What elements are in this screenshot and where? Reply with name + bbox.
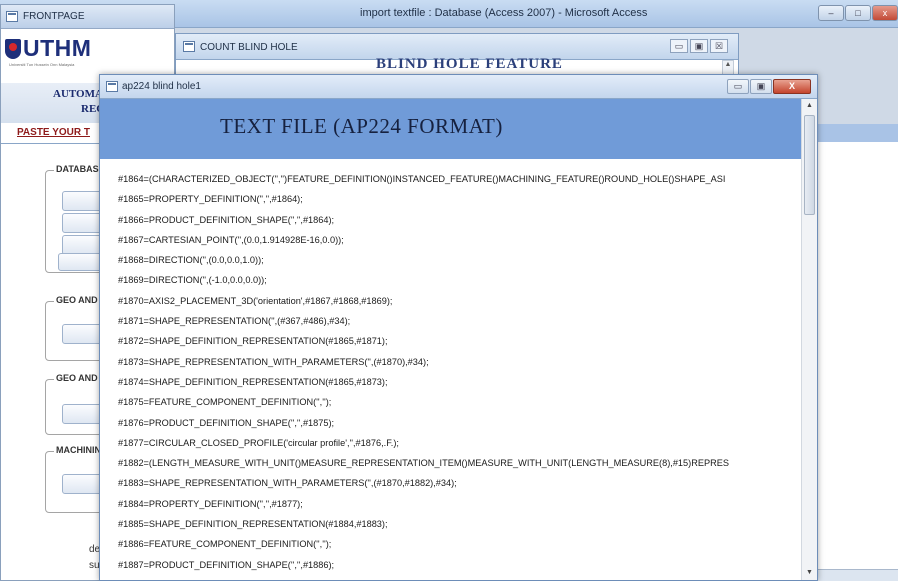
text-file-heading: TEXT FILE (AP224 FORMAT) [220,114,503,138]
text-line: #1886=FEATURE_COMPONENT_DEFINITION('',''… [118,539,332,550]
text-line: #1868=DIRECTION('',(0.0,0.0,1.0)); [118,255,264,266]
ap224-window-title: ap224 blind hole1 [122,81,201,92]
frontpage-title-bar: FRONTPAGE [1,5,174,29]
access-minimize-button[interactable]: – [818,5,844,21]
vertical-scrollbar[interactable]: ▲ ▼ [801,99,817,580]
ap224-text-content[interactable]: #1864=(CHARACTERIZED_OBJECT('','')FEATUR… [118,169,798,575]
shield-icon [5,39,21,59]
close-button[interactable]: X [773,79,811,94]
blind-hole-feature-heading: BLIND HOLE FEATURE [376,56,563,72]
logo-text: UTHM [23,35,92,61]
minimize-button[interactable]: ▭ [670,39,688,53]
text-line: #1871=SHAPE_REPRESENTATION('',(#367,#486… [118,316,351,327]
text-line: #1876=PRODUCT_DEFINITION_SHAPE('','',#18… [118,417,335,428]
group-label: MACHININ [54,445,103,455]
close-button[interactable]: ☒ [710,39,728,53]
text-line: #1865=PROPERTY_DEFINITION('','',#1864); [118,194,303,205]
text-line: #1869=DIRECTION('',(-1.0,0.0,0.0)); [118,275,267,286]
text-line: #1867=CARTESIAN_POINT('',(0.0,1.914928E-… [118,234,344,245]
text-line: #1887=PRODUCT_DEFINITION_SHAPE('','',#18… [118,559,335,570]
form-icon [183,41,195,52]
workspace-area [818,142,898,581]
text-line: #1882=(LENGTH_MEASURE_WITH_UNIT()MEASURE… [118,458,729,469]
frontpage-title: FRONTPAGE [23,11,85,22]
paste-text-link[interactable]: PASTE YOUR T [17,127,90,138]
form-header-strip [818,124,898,142]
scrollbar-thumb[interactable] [804,115,815,215]
scroll-up-icon[interactable]: ▲ [802,99,817,113]
status-bar [818,569,898,581]
text-line: #1885=SHAPE_DEFINITION_REPRESENTATION(#1… [118,519,388,530]
ap224-window: ap224 blind hole1 ▭ ▣ X TEXT FILE (AP224… [99,74,818,581]
text-line: #1883=SHAPE_REPRESENTATION_WITH_PARAMETE… [118,478,457,489]
text-file-header: TEXT FILE (AP224 FORMAT) [100,99,803,159]
form-icon [106,81,118,92]
text-line: #1877=CIRCULAR_CLOSED_PROFILE('circular … [118,437,399,448]
text-line: #1870=AXIS2_PLACEMENT_3D('orientation',#… [118,295,393,306]
text-line: #1875=FEATURE_COMPONENT_DEFINITION('',''… [118,397,332,408]
form-icon [6,11,18,22]
text-line: #1866=PRODUCT_DEFINITION_SHAPE('','',#18… [118,214,335,225]
bottom-text-2: su [89,560,100,571]
minimize-button[interactable]: ▭ [727,79,749,94]
text-line: #1864=(CHARACTERIZED_OBJECT('','')FEATUR… [118,174,726,184]
uthm-logo: UTHM Universiti Tun Hussein Onn Malaysia [5,35,105,67]
access-close-button[interactable]: x [872,5,898,21]
logo-subtext: Universiti Tun Hussein Onn Malaysia [9,62,75,67]
text-line: #1873=SHAPE_REPRESENTATION_WITH_PARAMETE… [118,356,429,367]
text-line: #1884=PROPERTY_DEFINITION('','',#1877); [118,498,303,509]
ap224-title-bar: ap224 blind hole1 ▭ ▣ X [100,75,817,99]
maximize-button[interactable]: ▣ [690,39,708,53]
text-line: #1872=SHAPE_DEFINITION_REPRESENTATION(#1… [118,336,388,347]
scroll-down-icon[interactable]: ▼ [802,566,817,580]
text-line: #1874=SHAPE_DEFINITION_REPRESENTATION(#1… [118,376,388,387]
access-window-title: import textfile : Database (Access 2007)… [360,7,648,19]
count-window-title: COUNT BLIND HOLE [200,42,298,53]
maximize-button[interactable]: ▣ [750,79,772,94]
access-maximize-button[interactable]: □ [845,5,871,21]
